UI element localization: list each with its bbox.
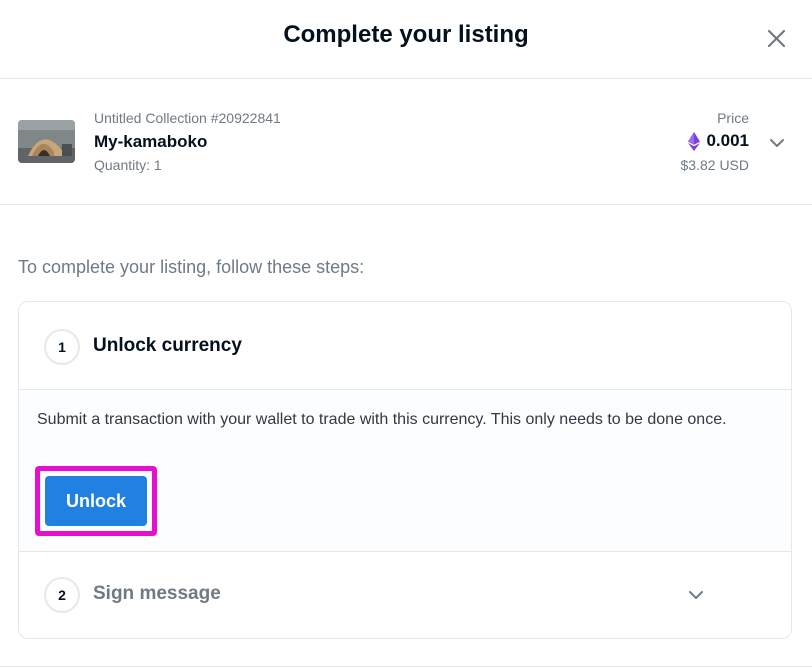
step-title: Sign message [93,583,221,604]
listing-item-row: Untitled Collection #20922841 My-kamabok… [0,80,812,205]
unlock-button[interactable]: Unlock [45,476,147,526]
item-thumbnail [18,120,75,163]
steps-panel: 1 Unlock currency Submit a transaction w… [18,301,792,639]
chevron-down-icon[interactable] [766,132,788,154]
step-description: Submit a transaction with your wallet to… [37,411,727,428]
steps-intro: To complete your listing, follow these s… [18,257,365,277]
chevron-down-icon[interactable] [685,584,707,606]
item-name: My-kamaboko [94,132,208,151]
ethereum-icon [688,131,701,151]
price-details-toggle[interactable] [766,132,788,154]
divider [0,666,812,667]
price-usd: $3.82 USD [680,157,749,173]
price-value: 0.001 [706,131,749,150]
step-unlock-currency-header[interactable]: 1 Unlock currency [19,302,791,390]
price-label: Price [717,110,749,126]
price-display: 0.001 [688,131,749,151]
close-button[interactable] [762,24,792,54]
item-quantity: Quantity: 1 [94,157,162,173]
close-icon[interactable] [762,24,792,54]
step-number-badge: 2 [44,577,80,613]
step-number-badge: 1 [44,329,80,365]
collection-name[interactable]: Untitled Collection #20922841 [94,110,281,126]
step-unlock-currency-body: Submit a transaction with your wallet to… [19,390,791,552]
dialog-header: Complete your listing [0,0,812,79]
unlock-button-highlight: Unlock [35,466,157,536]
dialog-title: Complete your listing [283,21,529,48]
step-title: Unlock currency [93,335,242,356]
step-sign-message-header[interactable]: 2 Sign message [19,552,791,638]
